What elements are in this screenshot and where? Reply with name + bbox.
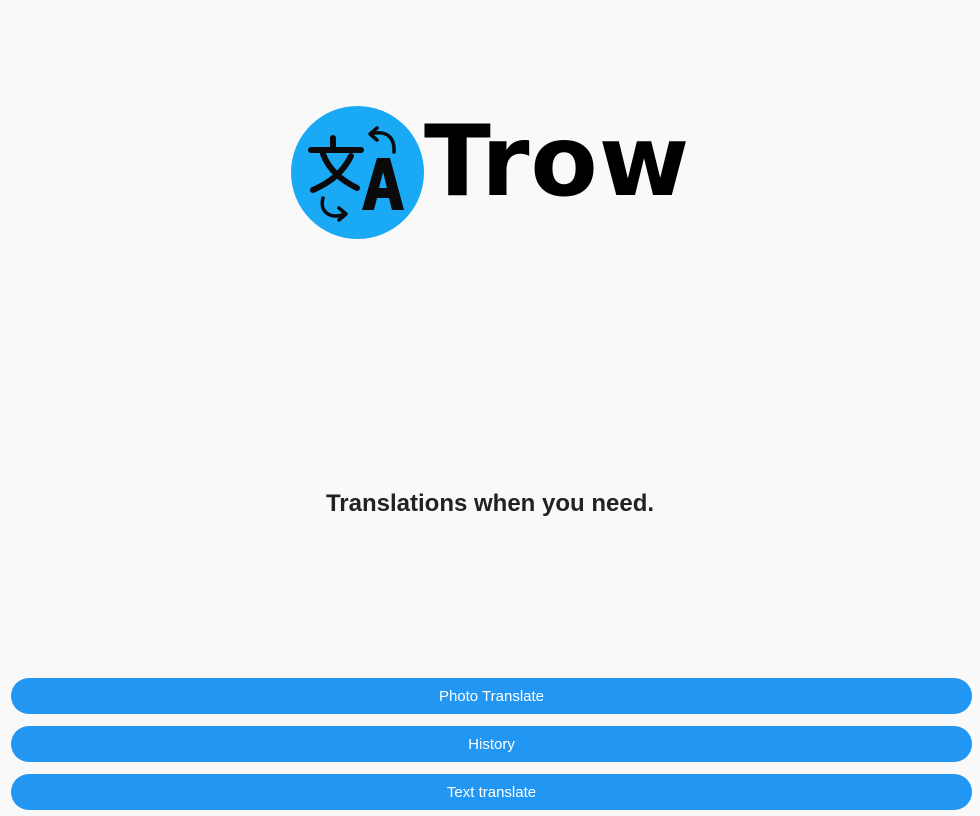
tagline: Translations when you need. (325, 490, 655, 517)
app-wordmark: Trow (424, 105, 691, 219)
history-button[interactable]: History (11, 726, 972, 762)
app-logo: Trow (291, 105, 689, 239)
home-screen: Trow Translations when you need. Photo T… (0, 0, 980, 816)
text-translate-button[interactable]: Text translate (11, 774, 972, 810)
photo-translate-button[interactable]: Photo Translate (11, 678, 972, 714)
translate-icon (291, 105, 424, 239)
